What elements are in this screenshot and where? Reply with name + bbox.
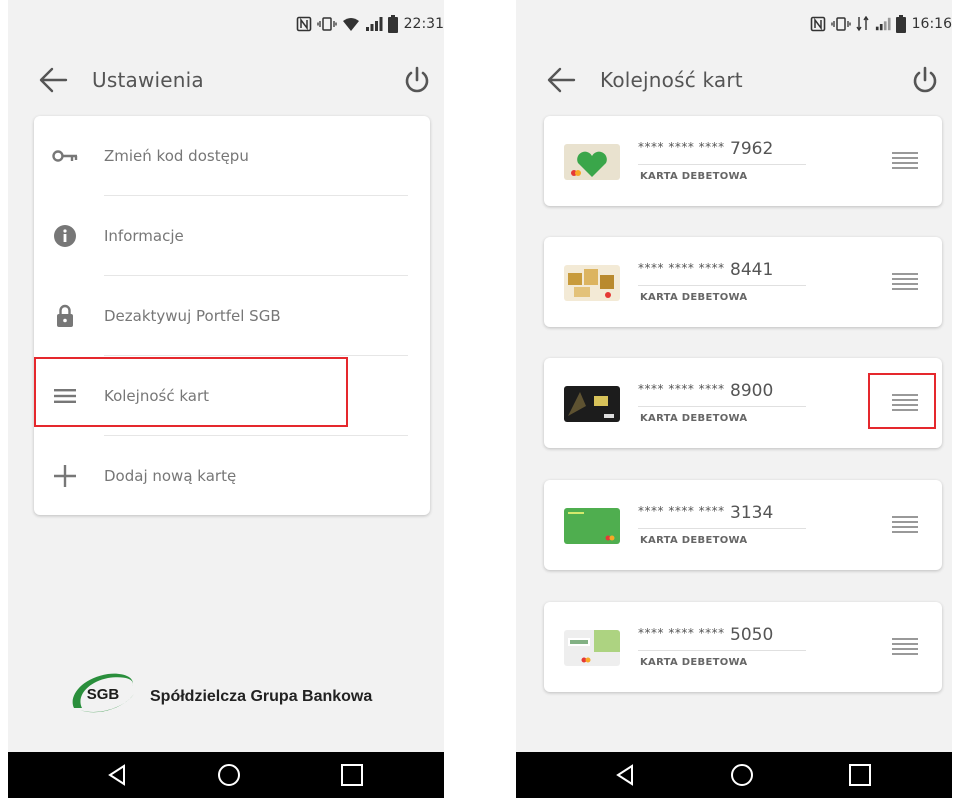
card-number: **** **** **** 8441	[638, 260, 774, 280]
card-item[interactable]: **** **** **** 8900 KARTA DEBETOWA	[544, 358, 942, 448]
card-image-black	[564, 386, 620, 422]
card-item[interactable]: **** **** **** 5050 KARTA DEBETOWA	[544, 602, 942, 692]
nfc-icon	[296, 16, 311, 32]
square-recents-icon	[849, 764, 871, 786]
card-item[interactable]: **** **** **** 7962 KARTA DEBETOWA	[544, 116, 942, 206]
status-bar: 16:16	[516, 0, 952, 40]
card-type: KARTA DEBETOWA	[640, 535, 748, 546]
card-image-heart	[564, 144, 620, 180]
menu-item-label: Kolejność kart	[104, 387, 210, 405]
card-number: **** **** **** 8900	[638, 381, 774, 401]
wifi-icon	[342, 18, 359, 31]
key-icon	[52, 144, 78, 168]
square-recents-icon	[341, 764, 363, 786]
menu-item-label: Dezaktywuj Portfel SGB	[104, 307, 281, 325]
drag-handle-icon[interactable]	[890, 390, 920, 416]
logout-button[interactable]	[402, 65, 432, 95]
power-icon	[913, 66, 937, 93]
card-number: **** **** **** 5050	[638, 625, 774, 645]
divider	[638, 285, 806, 286]
card-image-agro	[564, 630, 620, 666]
signal-icon	[365, 17, 383, 31]
menu-item-add-card[interactable]: Dodaj nową kartę	[34, 436, 430, 516]
card-number: **** **** **** 7962	[638, 139, 774, 159]
card-type: KARTA DEBETOWA	[640, 292, 748, 303]
status-icons: 16:16	[810, 15, 952, 33]
nav-back-button[interactable]	[104, 761, 132, 789]
card-image-green	[564, 508, 620, 544]
sgb-logo: SGB Spółdzielcza Grupa Bankowa	[62, 666, 412, 726]
lock-icon	[52, 304, 78, 328]
card-type: KARTA DEBETOWA	[640, 413, 748, 424]
mobile-data-icon	[856, 16, 869, 32]
menu-item-label: Zmień kod dostępu	[104, 147, 249, 165]
status-bar: 22:31	[8, 0, 444, 40]
menu-item-card-order[interactable]: Kolejność kart	[34, 356, 430, 436]
card-order-screen: 16:16 Kolejność kart **** **** **** 7962…	[516, 0, 952, 798]
menu-item-label: Informacje	[104, 227, 184, 245]
menu-item-information[interactable]: Informacje	[34, 196, 430, 276]
info-icon	[52, 224, 78, 248]
card-type: KARTA DEBETOWA	[640, 171, 748, 182]
nav-home-button[interactable]	[728, 761, 756, 789]
divider	[638, 650, 806, 651]
drag-handle-icon[interactable]	[890, 512, 920, 538]
app-bar: Kolejność kart	[516, 55, 952, 107]
card-image-gold	[564, 265, 620, 301]
signal-icon	[875, 17, 891, 31]
power-icon	[405, 66, 429, 93]
page-title: Ustawienia	[92, 68, 204, 92]
bank-name: Spółdzielcza Grupa Bankowa	[150, 688, 373, 705]
menu-item-deactivate-wallet[interactable]: Dezaktywuj Portfel SGB	[34, 276, 430, 356]
nav-recents-button[interactable]	[846, 761, 874, 789]
nav-back-button[interactable]	[612, 761, 640, 789]
sgb-logo-text: SGB	[86, 686, 120, 703]
menu-item-label: Dodaj nową kartę	[104, 467, 237, 485]
battery-icon	[387, 15, 398, 33]
settings-screen: 22:31 Ustawienia Zmień kod dostępu Infor…	[8, 0, 444, 798]
page-title: Kolejność kart	[600, 68, 743, 92]
plus-icon	[52, 464, 78, 488]
status-time: 22:31	[403, 16, 444, 32]
menu-item-change-pin[interactable]: Zmień kod dostępu	[34, 116, 430, 196]
card-type: KARTA DEBETOWA	[640, 657, 748, 668]
circle-home-icon	[218, 764, 240, 786]
back-button[interactable]	[38, 67, 68, 93]
divider	[638, 406, 806, 407]
navigation-bar	[516, 752, 952, 798]
nav-home-button[interactable]	[215, 761, 243, 789]
battery-icon	[895, 15, 906, 33]
settings-menu: Zmień kod dostępu Informacje Dezaktywuj …	[34, 116, 430, 515]
logout-button[interactable]	[910, 65, 940, 95]
card-number: **** **** **** 3134	[638, 503, 774, 523]
app-bar: Ustawienia	[8, 55, 444, 107]
status-icons: 22:31	[296, 15, 444, 33]
nfc-icon	[810, 16, 825, 32]
vibrate-icon	[830, 17, 851, 31]
triangle-back-icon	[616, 764, 633, 786]
divider	[638, 528, 806, 529]
card-item[interactable]: **** **** **** 8441 KARTA DEBETOWA	[544, 237, 942, 327]
nav-recents-button[interactable]	[338, 761, 366, 789]
card-item[interactable]: **** **** **** 3134 KARTA DEBETOWA	[544, 480, 942, 570]
circle-home-icon	[731, 764, 753, 786]
triangle-back-icon	[108, 764, 125, 786]
drag-handle-icon[interactable]	[890, 269, 920, 295]
reorder-icon	[52, 384, 78, 408]
drag-handle-icon[interactable]	[890, 148, 920, 174]
arrow-left-icon	[547, 67, 576, 93]
status-time: 16:16	[911, 16, 952, 32]
back-button[interactable]	[546, 67, 576, 93]
arrow-left-icon	[39, 67, 68, 93]
vibrate-icon	[316, 17, 337, 31]
divider	[638, 164, 806, 165]
navigation-bar	[8, 752, 444, 798]
drag-handle-icon[interactable]	[890, 634, 920, 660]
